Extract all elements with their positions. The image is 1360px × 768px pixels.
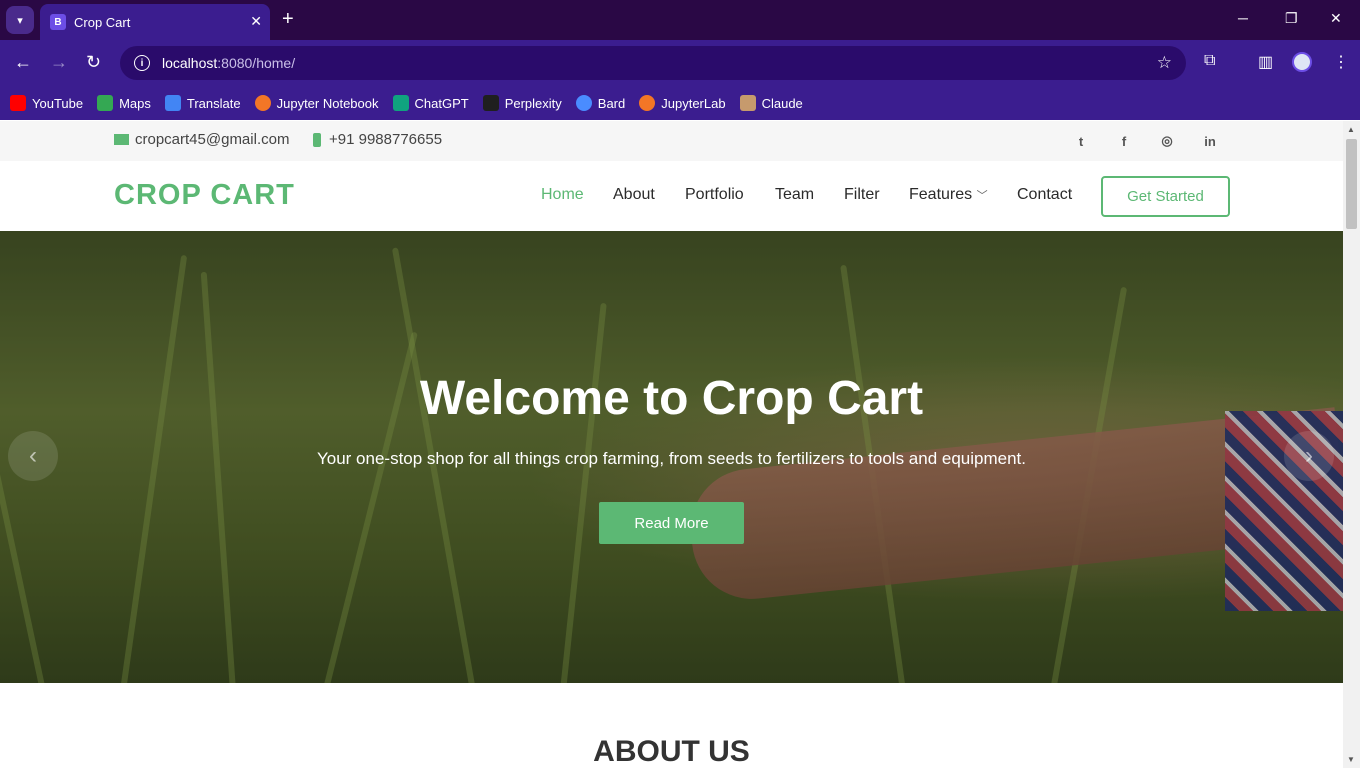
browser-toolbar: ← → ↻ i localhost:8080/home/ ☆ ⧉ ▥ ⋮ <box>0 40 1360 86</box>
browser-tab[interactable]: B Crop Cart ✕ <box>40 4 270 40</box>
nav-contact[interactable]: Contact <box>1017 186 1072 204</box>
bookmarks-bar: YouTube Maps Translate Jupyter Notebook … <box>0 86 1360 120</box>
url-path: :8080/home/ <box>217 55 296 71</box>
tab-close-icon[interactable]: ✕ <box>250 13 262 30</box>
nav-features[interactable]: Features ﹀ <box>909 186 988 204</box>
scroll-thumb[interactable] <box>1346 139 1357 229</box>
hero-subtitle: Your one-stop shop for all things crop f… <box>316 449 1027 468</box>
bookmark-star-icon[interactable]: ☆ <box>1157 53 1172 73</box>
bookmark-label: Claude <box>761 95 803 111</box>
bookmark-claude[interactable]: Claude <box>739 95 803 111</box>
nav-team[interactable]: Team <box>775 186 814 204</box>
bookmark-label: JupyterLab <box>661 95 726 111</box>
close-window-button[interactable]: ✕ <box>1330 10 1342 27</box>
site-logo[interactable]: CROP CART <box>114 179 295 212</box>
site-header: CROP CART Home About Portfolio Team Filt… <box>0 161 1343 231</box>
tab-search-button[interactable]: ▾ <box>6 6 34 34</box>
reload-button[interactable]: ↻ <box>86 52 101 72</box>
bookmark-translate[interactable]: Translate <box>164 95 241 111</box>
address-bar[interactable]: i localhost:8080/home/ ☆ <box>120 46 1186 80</box>
instagram-icon[interactable]: ◎ <box>1158 132 1176 150</box>
about-heading: ABOUT US <box>593 735 750 768</box>
bookmark-maps[interactable]: Maps <box>97 95 151 111</box>
phone-text: +91 9988776655 <box>329 131 443 148</box>
nav-filter[interactable]: Filter <box>844 186 880 204</box>
tab-title: Crop Cart <box>74 14 131 30</box>
email-text: cropcart45@gmail.com <box>135 131 290 148</box>
perplexity-icon <box>482 95 499 111</box>
bookmark-label: Perplexity <box>504 95 562 111</box>
nav-portfolio[interactable]: Portfolio <box>685 186 744 204</box>
tab-favicon: B <box>50 14 66 30</box>
bookmark-label: YouTube <box>32 95 84 111</box>
minimize-button[interactable]: ─ <box>1238 10 1248 26</box>
menu-icon[interactable]: ⋮ <box>1333 52 1349 72</box>
envelope-icon <box>114 134 129 145</box>
url-host: localhost <box>162 55 218 71</box>
bookmark-bard[interactable]: Bard <box>575 95 626 111</box>
linkedin-icon[interactable]: in <box>1201 132 1219 150</box>
claude-icon <box>739 95 756 111</box>
bookmark-label: Translate <box>186 95 241 111</box>
profile-avatar[interactable] <box>1292 52 1312 72</box>
bookmark-chatgpt[interactable]: ChatGPT <box>392 95 469 111</box>
scroll-down-icon[interactable]: ▼ <box>1347 755 1355 764</box>
bookmark-label: Jupyter Notebook <box>276 95 379 111</box>
email-contact[interactable]: cropcart45@gmail.com <box>114 131 289 148</box>
chevron-down-icon: ﹀ <box>976 190 988 202</box>
jupyter-icon <box>254 95 271 111</box>
bookmark-perplexity[interactable]: Perplexity <box>482 95 562 111</box>
bookmark-label: ChatGPT <box>414 95 469 111</box>
bookmark-label: Maps <box>119 95 151 111</box>
nav-features-label: Features <box>909 186 973 203</box>
browser-tabstrip: ▾ B Crop Cart ✕ + ─ ❐ ✕ <box>0 0 1360 40</box>
translate-icon <box>164 95 181 111</box>
hero-carousel: ‹ › Welcome to Crop Cart Your one-stop s… <box>0 231 1343 683</box>
read-more-button[interactable]: Read More <box>599 502 744 544</box>
bookmark-jupyter-notebook[interactable]: Jupyter Notebook <box>254 95 379 111</box>
restore-button[interactable]: ❐ <box>1285 10 1298 27</box>
back-button[interactable]: ← <box>14 52 32 72</box>
scroll-up-icon[interactable]: ▲ <box>1347 125 1355 134</box>
new-tab-button[interactable]: + <box>282 8 294 30</box>
bookmark-jupyterlab[interactable]: JupyterLab <box>639 95 726 111</box>
nav-home[interactable]: Home <box>541 186 584 204</box>
youtube-icon <box>10 95 26 111</box>
twitter-icon[interactable]: t <box>1072 132 1090 150</box>
hero-title: Welcome to Crop Cart <box>419 372 924 425</box>
phone-contact[interactable]: +91 9988776655 <box>313 131 442 148</box>
phone-icon <box>313 132 321 147</box>
site-info-icon[interactable]: i <box>134 55 150 71</box>
web-page: cropcart45@gmail.com +91 9988776655 t f … <box>0 121 1343 768</box>
extensions-icon[interactable]: ⧉ <box>1204 52 1215 70</box>
chatgpt-icon <box>392 95 409 111</box>
facebook-icon[interactable]: f <box>1115 132 1133 150</box>
bard-icon <box>575 95 592 111</box>
contact-topbar: cropcart45@gmail.com +91 9988776655 t f … <box>0 121 1343 161</box>
forward-button[interactable]: → <box>50 52 68 72</box>
bookmark-youtube[interactable]: YouTube <box>10 95 83 111</box>
nav-about[interactable]: About <box>613 186 655 204</box>
bookmark-label: Bard <box>597 95 626 111</box>
jupyterlab-icon <box>639 95 656 111</box>
maps-icon <box>97 95 114 111</box>
side-panel-icon[interactable]: ▥ <box>1258 52 1273 72</box>
get-started-button[interactable]: Get Started <box>1101 176 1230 217</box>
page-scrollbar[interactable]: ▲ ▼ <box>1343 121 1360 768</box>
